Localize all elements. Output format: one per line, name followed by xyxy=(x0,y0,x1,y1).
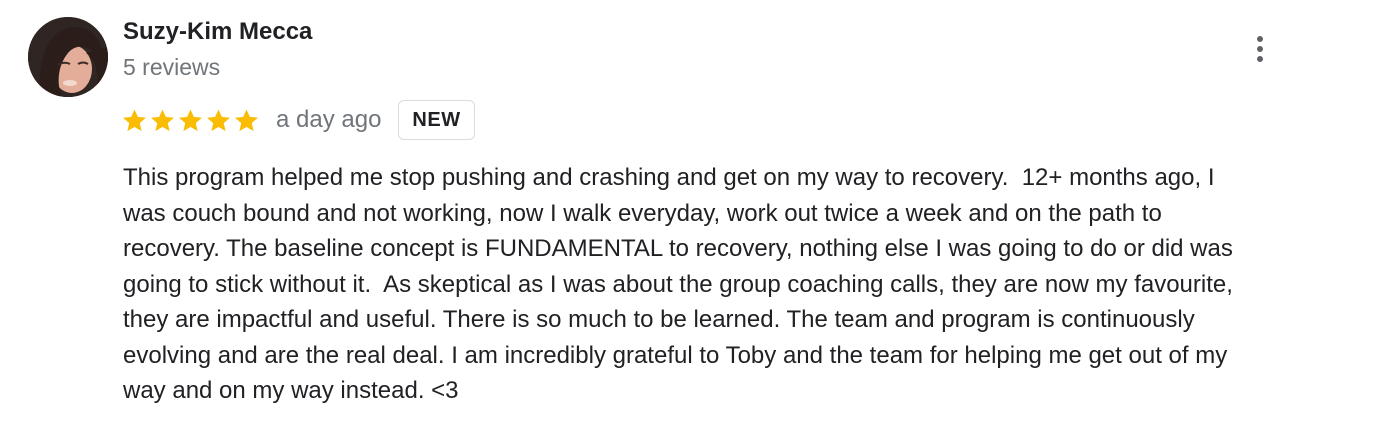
author-name[interactable]: Suzy-Kim Mecca xyxy=(123,17,312,47)
review-text-line: recovery. The baseline concept is FUNDAM… xyxy=(123,235,1233,262)
review-card: Suzy-Kim Mecca 5 reviews a day ago NEW T… xyxy=(0,0,1395,424)
author-review-count[interactable]: 5 reviews xyxy=(123,53,220,81)
rating-row: a day ago NEW xyxy=(121,99,475,141)
star-icon xyxy=(207,108,230,131)
more-options-button[interactable] xyxy=(1245,32,1275,66)
review-text: This program helped me stop pushing and … xyxy=(123,160,1343,409)
review-text-line: was couch bound and not working, now I w… xyxy=(123,199,1162,227)
more-vert-icon-dot xyxy=(1257,56,1263,62)
star-icon xyxy=(235,108,258,131)
review-text-line: This program helped me stop pushing and … xyxy=(123,164,1215,191)
star-icon xyxy=(151,108,174,131)
review-text-line: they are impactful and useful. There is … xyxy=(123,306,1195,333)
user-profile-photo xyxy=(28,17,108,97)
star-rating xyxy=(121,107,260,134)
star-icon xyxy=(179,108,202,131)
more-vert-icon-dot xyxy=(1257,46,1263,52)
star-icon xyxy=(123,108,146,131)
more-vert-icon xyxy=(1257,36,1263,42)
avatar[interactable] xyxy=(28,17,108,97)
review-text-line: evolving and are the real deal. I am inc… xyxy=(123,341,1228,369)
review-text-line: way and on my way instead. <3 xyxy=(123,377,459,404)
new-badge: NEW xyxy=(398,100,475,140)
review-text-line: going to stick without it. As skeptical … xyxy=(123,270,1233,298)
review-date: a day ago xyxy=(276,106,382,133)
